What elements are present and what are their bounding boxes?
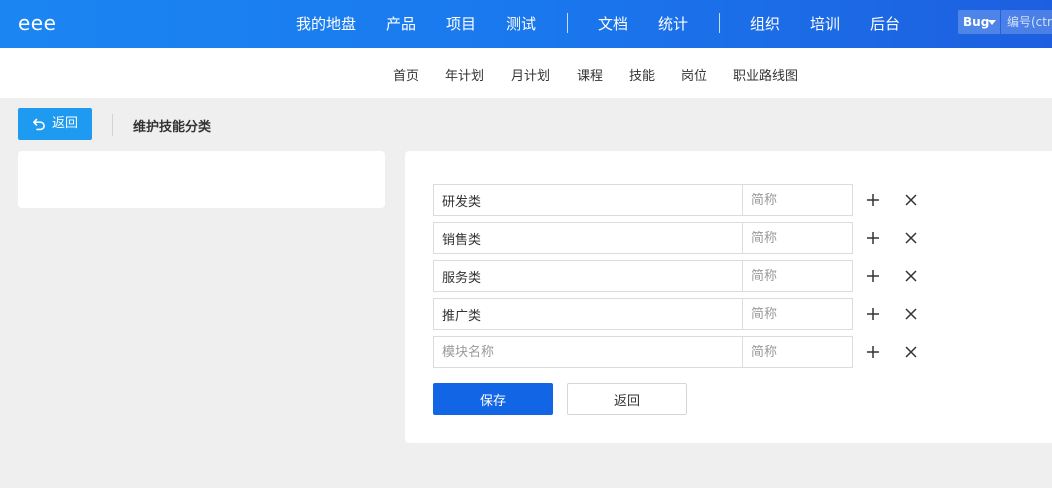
subnav-item-home[interactable]: 首页 — [393, 65, 419, 84]
nav-divider — [567, 13, 568, 33]
category-short-input[interactable] — [742, 260, 853, 292]
nav-item-admin[interactable]: 后台 — [870, 13, 900, 34]
page-title: 维护技能分类 — [133, 120, 212, 135]
plus-icon[interactable] — [866, 345, 880, 359]
back-button-label: 返回 — [52, 116, 79, 131]
subnav-item-career-path[interactable]: 职业路线图 — [733, 65, 798, 84]
search-type-label: Bug — [963, 15, 990, 29]
category-short-input[interactable] — [742, 184, 853, 216]
subnav-item-year-plan[interactable]: 年计划 — [445, 65, 484, 84]
category-name-input[interactable] — [433, 222, 743, 254]
category-name-input[interactable] — [433, 184, 743, 216]
category-short-input[interactable] — [742, 222, 853, 254]
category-short-input[interactable] — [742, 336, 853, 368]
nav-item-stats[interactable]: 统计 — [658, 13, 688, 34]
category-short-input[interactable] — [742, 298, 853, 330]
nav-item-org[interactable]: 组织 — [750, 13, 780, 34]
category-name-input[interactable] — [433, 336, 743, 368]
nav-item-project[interactable]: 项目 — [446, 13, 476, 34]
close-icon[interactable] — [904, 269, 918, 283]
plus-icon[interactable] — [866, 193, 880, 207]
category-tree-panel — [18, 151, 385, 208]
main-nav: 我的地盘 产品 项目 测试 文档 统计 组织 培训 后台 — [0, 0, 1052, 48]
subnav-item-position[interactable]: 岗位 — [681, 65, 707, 84]
close-icon[interactable] — [904, 231, 918, 245]
chevron-down-icon — [988, 20, 996, 25]
nav-item-product[interactable]: 产品 — [386, 13, 416, 34]
undo-arrow-icon — [33, 118, 45, 131]
nav-item-test[interactable]: 测试 — [506, 13, 536, 34]
toolbar-divider — [112, 114, 113, 136]
close-icon[interactable] — [904, 193, 918, 207]
close-icon[interactable] — [904, 307, 918, 321]
plus-icon[interactable] — [866, 269, 880, 283]
subnav-item-skill[interactable]: 技能 — [629, 65, 655, 84]
category-name-input[interactable] — [433, 298, 743, 330]
nav-item-doc[interactable]: 文档 — [598, 13, 628, 34]
nav-item-my[interactable]: 我的地盘 — [296, 13, 356, 34]
plus-icon[interactable] — [866, 307, 880, 321]
nav-item-training[interactable]: 培训 — [810, 13, 840, 34]
search-type-select[interactable]: Bug — [958, 10, 1000, 34]
return-button[interactable]: 返回 — [567, 383, 687, 415]
plus-icon[interactable] — [866, 231, 880, 245]
nav-divider — [719, 13, 720, 33]
subnav-item-course[interactable]: 课程 — [577, 65, 603, 84]
category-name-input[interactable] — [433, 260, 743, 292]
search-input[interactable] — [1001, 10, 1052, 34]
back-button[interactable]: 返回 — [18, 108, 92, 140]
subnav-item-month-plan[interactable]: 月计划 — [511, 65, 550, 84]
top-header: eee 我的地盘 产品 项目 测试 文档 统计 组织 培训 后台 Bug — [0, 0, 1052, 48]
sub-nav: 首页 年计划 月计划 课程 技能 岗位 职业路线图 — [0, 48, 1052, 98]
save-button[interactable]: 保存 — [433, 383, 553, 415]
close-icon[interactable] — [904, 345, 918, 359]
